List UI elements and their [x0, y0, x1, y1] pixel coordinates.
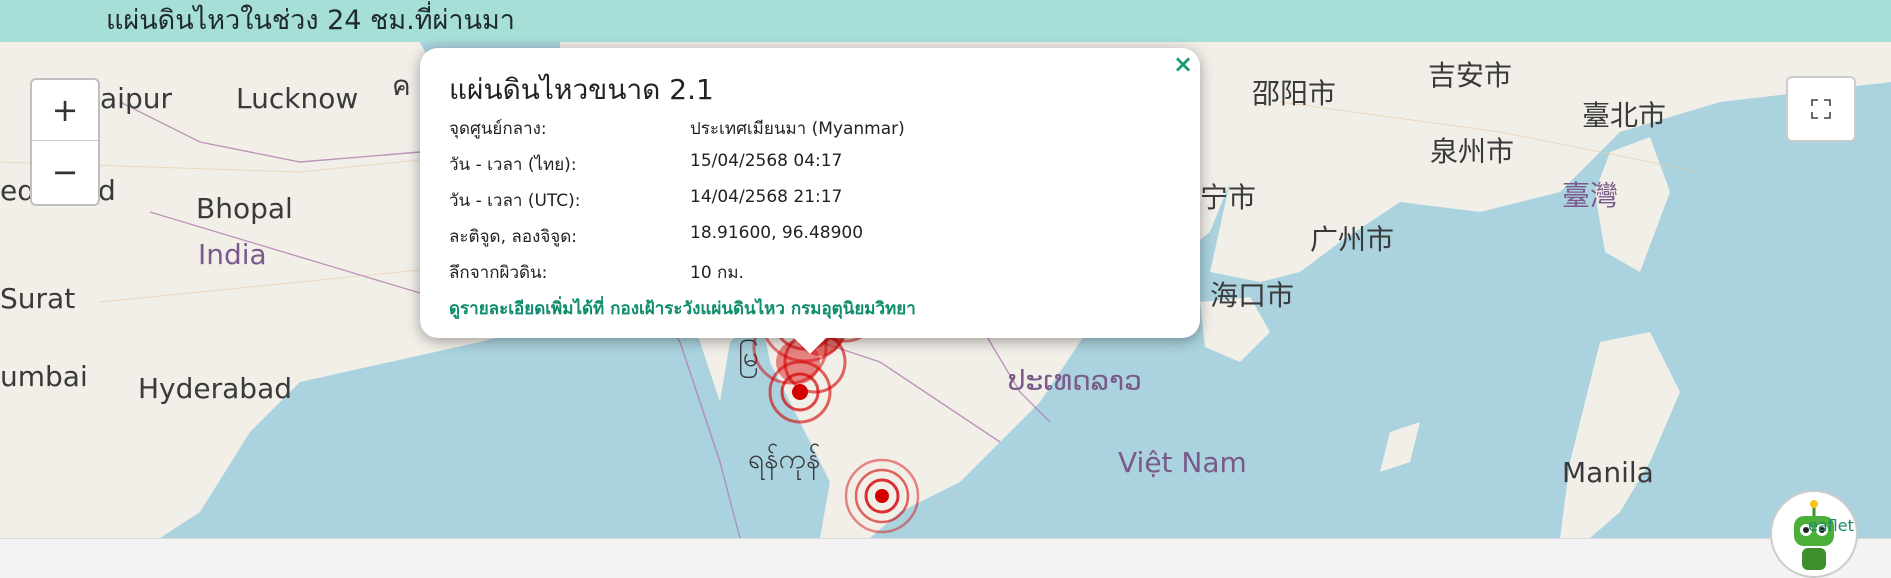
- popup-close-button[interactable]: ×: [1173, 52, 1193, 76]
- earthquake-marker-icon[interactable]: [844, 458, 920, 534]
- popup-label-coordinates: ละติจูด, ลองจิจูด:: [449, 227, 578, 247]
- popup-value-coordinates: 18.91600, 96.48900: [690, 223, 864, 243]
- zoom-in-button[interactable]: +: [32, 80, 98, 141]
- fullscreen-icon: [1811, 99, 1831, 119]
- zoom-out-button[interactable]: −: [32, 142, 98, 202]
- more-details-link[interactable]: ดูรายละเอียดเพิ่มได้ที่ กองเฝ้าระวังแผ่น…: [449, 295, 916, 322]
- page-header: แผ่นดินไหวในช่วง 24 ชม.ที่ผ่านมา: [0, 0, 1891, 42]
- popup-value-depth: 10 กม.: [690, 263, 744, 283]
- popup-value-time-thai: 15/04/2568 04:17: [690, 151, 843, 171]
- fullscreen-button[interactable]: [1786, 76, 1856, 142]
- leaflet-attribution[interactable]: eaflet: [1808, 516, 1854, 535]
- popup-label-time-thai: วัน - เวลา (ไทย):: [449, 155, 577, 175]
- popup-label-depth: ลึกจากผิวดิน:: [449, 263, 548, 283]
- zoom-control: + −: [30, 78, 100, 206]
- popup-title: แผ่นดินไหวขนาด 2.1: [449, 73, 714, 106]
- popup-value-time-utc: 14/04/2568 21:17: [690, 187, 843, 207]
- popup-tip: [792, 336, 828, 354]
- page-title: แผ่นดินไหวในช่วง 24 ชม.ที่ผ่านมา: [106, 5, 515, 36]
- popup-label-epicenter: จุดศูนย์กลาง:: [449, 119, 547, 139]
- page-footer-band: [0, 538, 1891, 564]
- popup-value-epicenter: ประเทศเมียนมา (Myanmar): [690, 119, 905, 139]
- popup-label-time-utc: วัน - เวลา (UTC):: [449, 191, 581, 211]
